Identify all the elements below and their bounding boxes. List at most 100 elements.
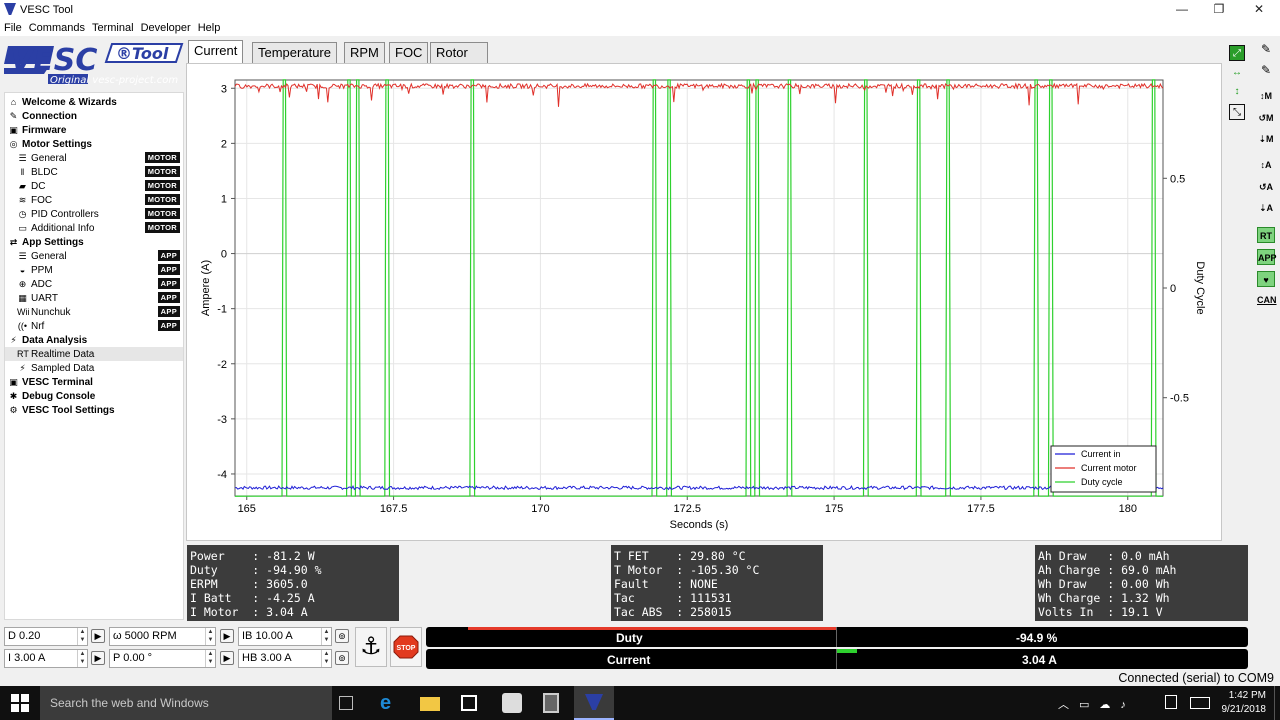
nav-item-app-settings[interactable]: ⇄ App Settings xyxy=(5,235,183,249)
system-tray-icons[interactable]: ︿▭☁♪ xyxy=(1058,696,1136,712)
spin-arrows-icon[interactable]: ▲ ▼ xyxy=(77,628,87,645)
menu-commands[interactable]: Commands xyxy=(25,20,88,34)
nav-item-label: Firmware xyxy=(22,125,67,136)
nav-item-data-analysis[interactable]: ⚡ Data Analysis xyxy=(5,333,183,347)
nav-item-welcome-wizards[interactable]: ⌂ Welcome & Wizards xyxy=(5,95,183,109)
close-button[interactable]: ✕ xyxy=(1247,2,1271,18)
spin-arrows-icon[interactable]: ▲ ▼ xyxy=(321,650,331,667)
menu-developer[interactable]: Developer xyxy=(137,20,194,34)
nav-item-connection[interactable]: ✎ Connection xyxy=(5,109,183,123)
nav-item-motor-settings[interactable]: ◎ Motor Settings xyxy=(5,137,183,151)
nav-item-label: DC xyxy=(31,181,46,192)
write-motor-icon[interactable]: ⇣M xyxy=(1257,131,1275,147)
heartbeat-icon[interactable]: ♥ xyxy=(1257,271,1275,287)
show-desktop-button[interactable] xyxy=(1274,686,1280,720)
connect-icon[interactable]: ✎ xyxy=(1257,41,1275,57)
set-duty-button[interactable]: ▶ xyxy=(91,629,105,643)
nav-item-bldc[interactable]: ǁ BLDC MOTOR xyxy=(5,165,183,179)
tab-rpm[interactable]: RPM xyxy=(344,42,385,64)
realtime-current-chart[interactable]: 165 167.5 170 172.5 175 177.5 180 3 2 1 0 -1 -2 -3 -4 0… xyxy=(187,64,1221,540)
nav-item-vesc-terminal[interactable]: ▣ VESC Terminal xyxy=(5,375,183,389)
set-rpm-button[interactable]: ▶ xyxy=(220,629,234,643)
nav-item-uart[interactable]: ▦ UART APP xyxy=(5,291,183,305)
zoom-y-button[interactable]: ↕ xyxy=(1229,84,1245,100)
position-value: P 0.00 ° xyxy=(113,652,153,664)
info-tac: Tac : 111531 xyxy=(614,591,732,605)
set-brake-button[interactable]: ⊚ xyxy=(335,629,349,643)
task-view-icon[interactable] xyxy=(339,696,353,710)
nav-item-debug-console[interactable]: ✱ Debug Console xyxy=(5,389,183,403)
spin-arrows-icon[interactable]: ▲ ▼ xyxy=(77,650,87,667)
disconnect-icon[interactable]: ✎ xyxy=(1257,62,1275,78)
spin-arrows-icon[interactable]: ▲ ▼ xyxy=(205,650,215,667)
realtime-toggle-icon[interactable]: RT xyxy=(1257,227,1275,243)
menu-terminal[interactable]: Terminal xyxy=(88,20,137,34)
edge-browser-icon[interactable]: e xyxy=(380,693,400,713)
keyboard-icon[interactable] xyxy=(1190,697,1210,709)
stop-button[interactable]: STOP xyxy=(390,627,422,667)
store-icon[interactable] xyxy=(461,695,477,711)
maximize-button[interactable]: ❐ xyxy=(1207,2,1231,18)
spin-arrows-icon[interactable]: ▲ ▼ xyxy=(321,628,331,645)
vesc-taskbar-button[interactable] xyxy=(574,686,614,720)
taskbar-search[interactable]: Search the web and Windows xyxy=(40,686,332,720)
nav-item-vesc-tool-settings[interactable]: ⚙ VESC Tool Settings xyxy=(5,403,183,417)
zoom-x-button[interactable]: ↔ xyxy=(1229,65,1245,81)
nav-badge: MOTOR xyxy=(144,222,180,233)
nav-item-sampled-data[interactable]: ⚡ Sampled Data xyxy=(5,361,183,375)
handbrake-spinbox[interactable]: HB 3.00 A ▲ ▼ xyxy=(238,649,332,668)
realtime-app-icon[interactable]: APP xyxy=(1257,249,1277,265)
tab-rotor-position[interactable]: Rotor Position xyxy=(430,42,489,80)
write-app-icon[interactable]: ⇣A xyxy=(1257,200,1275,216)
zoom-xy-button[interactable]: ⤢ xyxy=(1229,45,1245,61)
calculator-icon[interactable] xyxy=(543,693,559,713)
minimize-button[interactable]: — xyxy=(1170,2,1194,18)
rescale-button[interactable]: ⤡ xyxy=(1229,104,1245,120)
menu-help[interactable]: Help xyxy=(194,20,224,34)
duty-spinbox[interactable]: D 0.20 ▲ ▼ xyxy=(4,627,88,646)
scale-app-icon[interactable]: ↕A xyxy=(1257,157,1275,173)
nav-item-nrf[interactable]: ((• Nrf APP xyxy=(5,319,183,333)
nav-item-nunchuk[interactable]: Wii Nunchuk APP xyxy=(5,305,183,319)
set-position-button[interactable]: ▶ xyxy=(220,651,234,665)
nav-item-adc[interactable]: ⊕ ADC APP xyxy=(5,277,183,291)
app-icon[interactable] xyxy=(502,693,522,713)
nav-item-general[interactable]: ☰ General MOTOR xyxy=(5,151,183,165)
current-value: I 3.00 A xyxy=(8,652,46,664)
nav-badge: MOTOR xyxy=(144,208,180,219)
nav-item-additional-info[interactable]: ▭ Additional Info MOTOR xyxy=(5,221,183,235)
nav-item-firmware[interactable]: ▣ Firmware xyxy=(5,123,183,137)
rpm-spinbox[interactable]: ω 5000 RPM ▲ ▼ xyxy=(109,627,216,646)
brake-current-spinbox[interactable]: IB 10.00 A ▲ ▼ xyxy=(238,627,332,646)
position-spinbox[interactable]: P 0.00 ° ▲ ▼ xyxy=(109,649,216,668)
nav-item-label: ADC xyxy=(31,279,53,290)
nav-item-label: General xyxy=(31,153,67,164)
notification-icon[interactable] xyxy=(1165,695,1177,709)
nav-item-realtime-data[interactable]: RT Realtime Data xyxy=(5,347,183,361)
info-ah-draw: Ah Draw : 0.0 mAh xyxy=(1038,549,1170,563)
windows-start-icon[interactable] xyxy=(10,693,30,713)
tab-temperature[interactable]: Temperature xyxy=(252,42,337,64)
duty-gauge: Duty -94.9 % xyxy=(426,627,1248,647)
nav-item-pid-controllers[interactable]: ◷ PID Controllers MOTOR xyxy=(5,207,183,221)
current-spinbox[interactable]: I 3.00 A ▲ ▼ xyxy=(4,649,88,668)
scale-motor-icon[interactable]: ↕M xyxy=(1257,88,1275,104)
tab-current[interactable]: Current xyxy=(188,40,244,64)
nav-item-foc[interactable]: ≋ FOC MOTOR xyxy=(5,193,183,207)
can-forward-icon[interactable]: CAN xyxy=(1257,292,1277,308)
menu-file[interactable]: File xyxy=(0,20,25,34)
spin-arrows-icon[interactable]: ▲ ▼ xyxy=(205,628,215,645)
reset-app-icon[interactable]: ↺A xyxy=(1257,179,1275,195)
anchor-button[interactable]: ⚓ xyxy=(355,627,387,667)
file-explorer-icon[interactable] xyxy=(420,697,440,711)
nav-item-ppm[interactable]: ◒ PPM APP xyxy=(5,263,183,277)
tab-foc[interactable]: FOC xyxy=(389,42,429,64)
set-handbrake-button[interactable]: ⊚ xyxy=(335,651,349,665)
y-axis-label: Ampere (A) xyxy=(200,260,212,316)
set-current-button[interactable]: ▶ xyxy=(91,651,105,665)
x-tick-label: 175 xyxy=(825,503,843,515)
reset-motor-icon[interactable]: ↺M xyxy=(1257,110,1275,126)
nav-item-general[interactable]: ☰ General APP xyxy=(5,249,183,263)
y2-tick-label: 0 xyxy=(1170,283,1176,295)
nav-item-dc[interactable]: ▰ DC MOTOR xyxy=(5,179,183,193)
